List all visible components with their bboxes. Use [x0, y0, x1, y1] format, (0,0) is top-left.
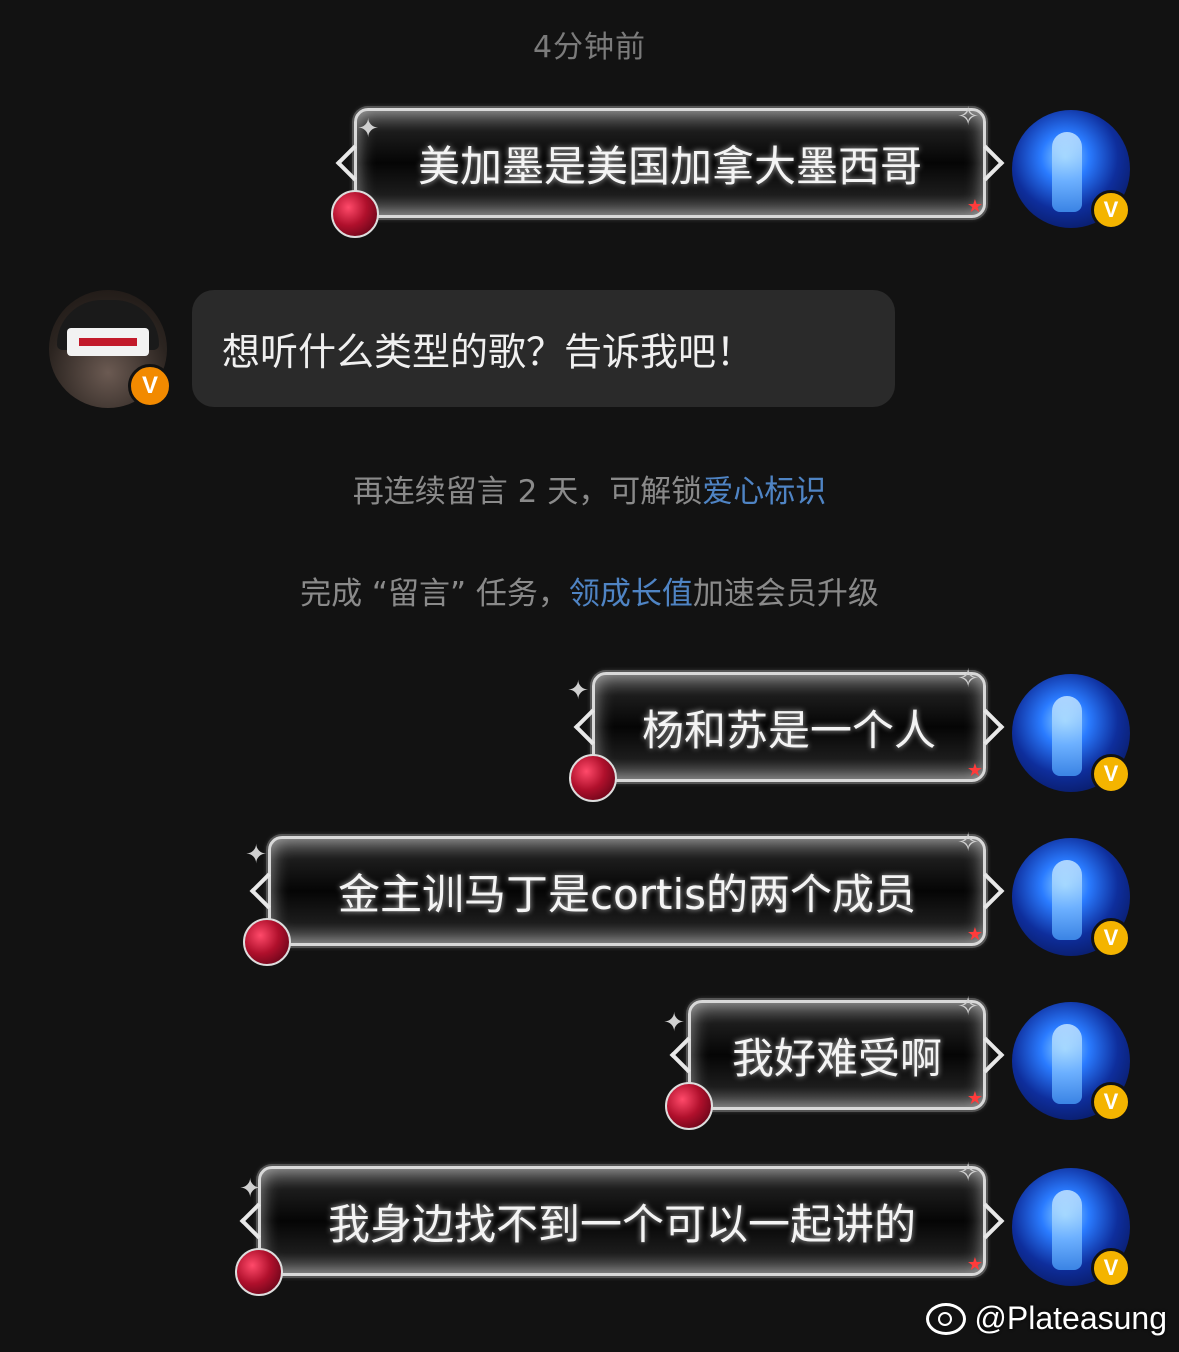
- sparkle-icon: ✦: [239, 1174, 261, 1204]
- apple-decoration-icon: [243, 918, 291, 966]
- message-bubble-incoming[interactable]: 想听什么类型的歌？告诉我吧！: [192, 290, 895, 407]
- message-row-outgoing: 杨和苏是一个人 ✦ ✧ ★ V: [0, 666, 1179, 802]
- message-text: 我好难受啊: [731, 1033, 942, 1083]
- verified-badge-icon: V: [1091, 1248, 1131, 1288]
- weibo-logo-icon: [926, 1302, 967, 1335]
- star-icon: ★: [966, 924, 983, 945]
- verified-badge-icon: V: [1091, 754, 1131, 794]
- sparkle-icon: ✦: [357, 114, 379, 144]
- message-row-outgoing: 美加墨是美国加拿大墨西哥 ✦ ✧ ★ V: [0, 104, 1179, 238]
- message-text: 金主训马丁是cortis的两个成员: [337, 869, 917, 919]
- message-row-outgoing: 我好难受啊 ✦ ✧ ★ V: [0, 994, 1179, 1130]
- star-icon: ★: [966, 1254, 983, 1275]
- heart-badge-link[interactable]: 爱心标识: [702, 474, 826, 510]
- apple-decoration-icon: [569, 754, 617, 802]
- cap-band-image: [67, 328, 149, 356]
- sparkle-icon: ✦: [245, 840, 267, 870]
- verified-badge-icon: V: [128, 364, 172, 408]
- notice-text: 加速会员升级: [692, 576, 879, 612]
- watermark: @Plateasung: [926, 1300, 1167, 1337]
- star-icon: ★: [966, 196, 983, 217]
- notice-text: 完成 “留言” 任务，: [300, 576, 569, 612]
- watermark-handle: @Plateasung: [974, 1300, 1167, 1336]
- verified-badge-icon: V: [1091, 1082, 1131, 1122]
- message-text: 想听什么类型的歌？告诉我吧！: [222, 330, 755, 374]
- verified-badge-icon: V: [1091, 918, 1131, 958]
- timestamp: 4分钟前: [532, 30, 647, 65]
- message-text: 美加墨是美国加拿大墨西哥: [417, 141, 922, 191]
- message-bubble[interactable]: 金主训马丁是cortis的两个成员: [268, 836, 986, 946]
- apple-decoration-icon: [235, 1248, 283, 1296]
- message-row-outgoing: 金主训马丁是cortis的两个成员 ✦ ✧ ★ V: [0, 830, 1179, 966]
- sparkle-icon: ✦: [567, 676, 589, 706]
- task-notice: 完成 “留言” 任务，领成长值加速会员升级: [0, 568, 1179, 613]
- message-bubble[interactable]: 美加墨是美国加拿大墨西哥: [354, 108, 986, 218]
- message-bubble[interactable]: 我好难受啊: [688, 1000, 986, 1110]
- sparkle-icon: ✧: [957, 102, 979, 132]
- star-icon: ★: [966, 760, 983, 781]
- message-row-outgoing: 我身边找不到一个可以一起讲的 ✦ ✧ ★ V: [0, 1160, 1179, 1296]
- sparkle-icon: ✧: [957, 992, 979, 1022]
- star-icon: ★: [966, 1088, 983, 1109]
- apple-decoration-icon: [331, 190, 379, 238]
- sparkle-icon: ✧: [957, 1158, 979, 1188]
- sparkle-icon: ✧: [957, 828, 979, 858]
- message-text: 我身边找不到一个可以一起讲的: [327, 1199, 916, 1249]
- sparkle-icon: ✧: [957, 664, 979, 694]
- growth-value-link[interactable]: 领成长值: [569, 576, 693, 612]
- notice-text: 再连续留言 2 天，可解锁: [352, 474, 703, 510]
- verified-badge-icon: V: [1091, 190, 1131, 230]
- message-bubble[interactable]: 杨和苏是一个人: [592, 672, 986, 782]
- apple-decoration-icon: [665, 1082, 713, 1130]
- message-text: 杨和苏是一个人: [641, 705, 936, 755]
- unlock-notice: 再连续留言 2 天，可解锁爱心标识: [0, 466, 1179, 511]
- message-bubble[interactable]: 我身边找不到一个可以一起讲的: [258, 1166, 986, 1276]
- sparkle-icon: ✦: [663, 1008, 685, 1038]
